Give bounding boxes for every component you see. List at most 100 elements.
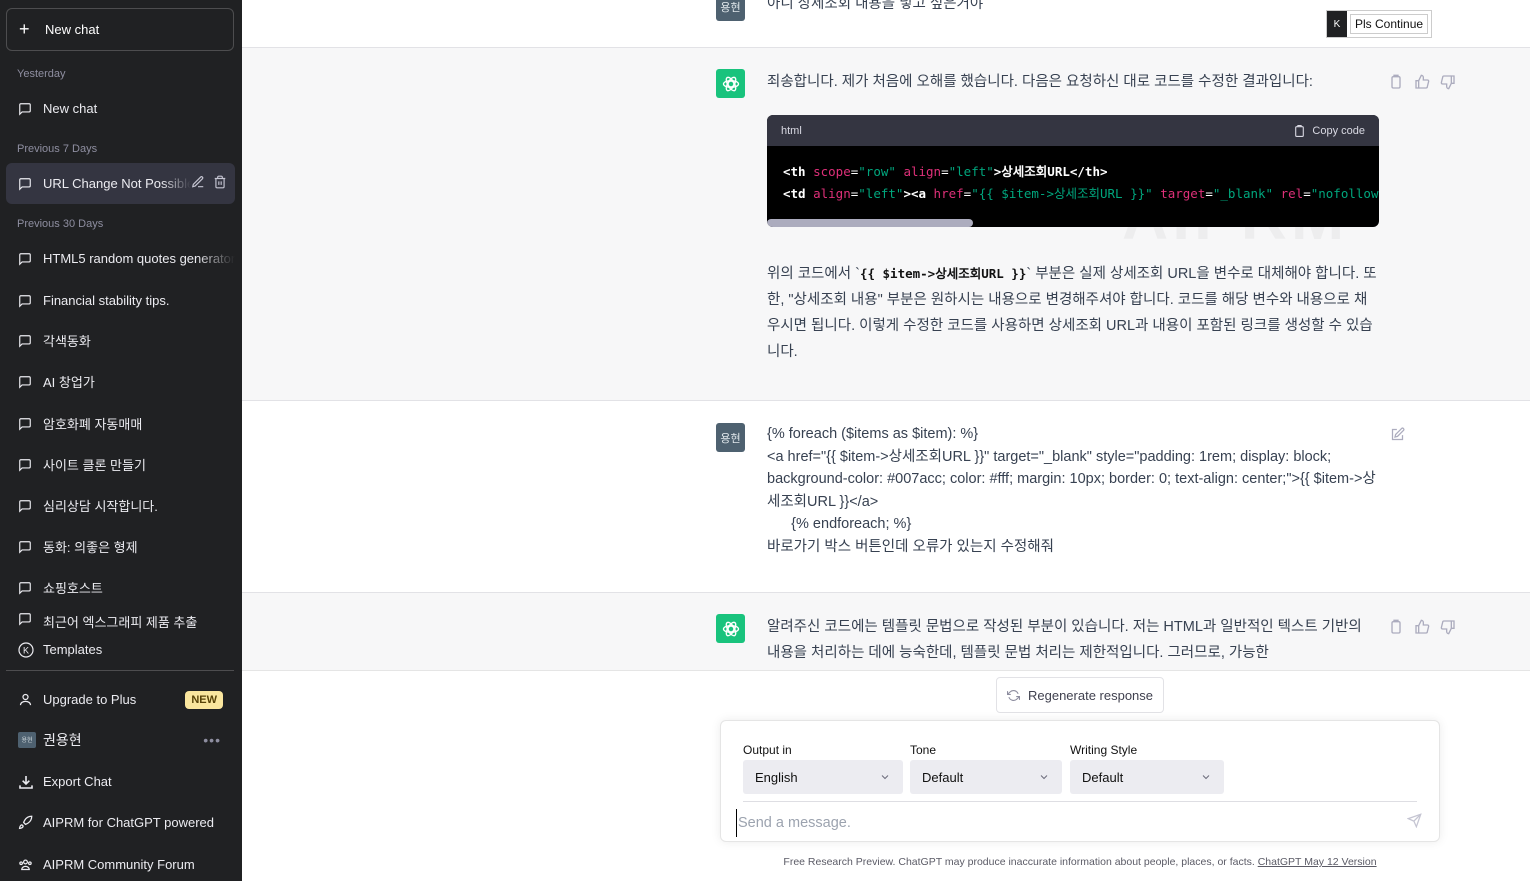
writing-style-group: Writing Style Default (1070, 743, 1224, 794)
code-horizontal-scrollbar[interactable] (767, 219, 973, 227)
tone-select[interactable]: Default (910, 760, 1062, 794)
chat-item-label: AI 창업가 (43, 375, 95, 390)
chat-item-label: Financial stability tips. (43, 293, 170, 308)
output-language-group: Output in English (743, 743, 903, 794)
thumbs-up-icon[interactable] (1414, 619, 1430, 640)
message-text: 죄송합니다. 제가 처음에 오해를 했습니다. 다음은 요청하신 대로 코드를 … (767, 74, 1313, 90)
pls-continue-widget: K Pls Continue (1326, 10, 1433, 38)
chat-bubble-icon (18, 334, 43, 348)
clipboard-icon (1295, 124, 1305, 137)
user-name: 권용현 (43, 731, 82, 748)
chat-item[interactable]: 사이트 클론 만들기 (6, 444, 235, 485)
new-chat-label: New chat (45, 22, 100, 37)
tone-label: Tone (910, 743, 937, 757)
community-forum-link[interactable]: AIPRM Community Forum (6, 844, 235, 881)
chat-item-label: 동화: 의좋은 형제 (43, 540, 138, 555)
user-message: 용현 {% foreach ($items as $item): %} <a h… (242, 401, 1530, 593)
edit-message-icon[interactable] (1390, 427, 1405, 447)
chat-bubble-icon (18, 177, 43, 191)
send-icon[interactable] (1406, 813, 1422, 833)
tone-group: Tone Default (910, 743, 1062, 794)
chat-item-label: 심리상담 시작합니다. (43, 499, 158, 514)
chat-item[interactable]: AI 창업가 (6, 361, 235, 402)
copy-icon[interactable] (1388, 74, 1404, 95)
new-chat-button[interactable]: + New chat (6, 8, 234, 51)
chat-bubble-icon (18, 458, 43, 472)
code-line: <th scope="row" align="left">상세조회URL</th… (783, 164, 1108, 179)
writing-style-select[interactable]: Default (1070, 760, 1224, 794)
forum-label: AIPRM Community Forum (43, 857, 195, 872)
chat-item[interactable]: HTML5 random quotes generator (6, 238, 235, 279)
chat-item-label: HTML5 random quotes generator (43, 251, 235, 266)
aiprm-k-icon: K (1327, 11, 1347, 37)
section-label-yesterday: Yesterday (17, 68, 66, 80)
chat-item-label: URL Change Not Possible (43, 176, 191, 191)
chat-item-label: 각색동화 (43, 334, 91, 349)
svg-text:K: K (23, 645, 29, 655)
aiprm-link[interactable]: AIPRM for ChatGPT powered (6, 802, 235, 843)
chat-item[interactable]: Financial stability tips. (6, 280, 235, 321)
chat-bubble-icon (18, 417, 43, 431)
export-chat-label: Export Chat (43, 774, 112, 789)
message-input[interactable] (736, 809, 1396, 837)
code-header: html Copy code (767, 115, 1379, 146)
code-language: html (781, 124, 802, 137)
copy-code-button[interactable]: Copy code (1293, 124, 1365, 138)
aiprm-label: AIPRM for ChatGPT powered (43, 815, 214, 830)
chat-item[interactable]: 심리상담 시작합니다. (6, 485, 235, 526)
chevron-down-icon (881, 775, 889, 780)
code-line: <td align="left"><a href="{{ $item->상세조회… (783, 186, 1379, 201)
sidebar-divider (6, 670, 234, 671)
chevron-down-icon (1040, 775, 1048, 780)
chat-item[interactable]: 동화: 의좋은 형제 (6, 526, 235, 567)
composer-divider (743, 801, 1417, 802)
section-label-prev7: Previous 7 Days (17, 143, 98, 155)
output-in-label: Output in (743, 743, 792, 757)
edit-title-icon[interactable] (191, 175, 205, 192)
chat-item[interactable]: New chat (6, 88, 235, 129)
footer-disclaimer: Free Research Preview. ChatGPT may produ… (783, 856, 1377, 868)
user-menu[interactable]: 용현 권용현 ••• (6, 719, 235, 760)
thumbs-down-icon[interactable] (1440, 619, 1456, 640)
upgrade-to-plus-button[interactable]: Upgrade to Plus NEW (6, 679, 235, 720)
pls-continue-button[interactable]: Pls Continue (1350, 14, 1429, 34)
templates-link[interactable]: K Templates (6, 629, 235, 670)
message-paragraph: 위의 코드에서 `{{ $item->상세조회URL }}` 부분은 실제 상세… (767, 266, 1377, 360)
plus-icon: + (19, 19, 30, 39)
chat-item[interactable]: 암호화폐 자동매매 (6, 403, 235, 444)
version-link[interactable]: ChatGPT May 12 Version (1258, 856, 1377, 868)
chat-item-label: 쇼핑호스트 (43, 581, 103, 596)
message-composer: Output in English Tone Default Writing S… (720, 720, 1440, 842)
copy-icon[interactable] (1388, 619, 1404, 640)
refresh-icon (1006, 689, 1020, 701)
chat-item[interactable]: 쇼핑호스트 (6, 567, 235, 608)
upgrade-label: Upgrade to Plus (43, 692, 137, 707)
user-avatar: 용현 (716, 0, 745, 21)
section-label-prev30: Previous 30 Days (17, 218, 104, 230)
chat-bubble-icon (18, 581, 43, 595)
thumbs-down-icon[interactable] (1440, 74, 1456, 95)
thumbs-up-icon[interactable] (1414, 74, 1430, 95)
message-actions (1388, 74, 1456, 95)
chat-item-active[interactable]: URL Change Not Possible (6, 163, 235, 204)
download-icon (18, 774, 43, 790)
user-avatar: 용현 (18, 731, 36, 748)
message-text: {% foreach ($items as $item): %} <a href… (767, 426, 1376, 555)
message-actions (1388, 619, 1456, 640)
chat-item-label: 암호화폐 자동매매 (43, 417, 143, 432)
writing-style-label: Writing Style (1070, 743, 1138, 757)
export-chat-button[interactable]: Export Chat (6, 761, 235, 802)
delete-chat-icon[interactable] (213, 175, 227, 192)
chat-item-label: 사이트 클론 만들기 (43, 458, 146, 473)
code-content: <th scope="row" align="left">상세조회URL</th… (767, 146, 1379, 220)
chevron-down-icon (1202, 775, 1210, 780)
chatgpt-logo-icon (716, 69, 745, 98)
chat-bubble-icon (18, 612, 43, 626)
regenerate-response-button[interactable]: Regenerate response (996, 677, 1164, 713)
chat-bubble-icon (18, 252, 43, 266)
chat-bubble-icon (18, 294, 43, 308)
more-options-icon[interactable]: ••• (203, 732, 221, 748)
templates-label: Templates (43, 642, 103, 657)
output-language-select[interactable]: English (743, 760, 903, 794)
chat-item[interactable]: 각색동화 (6, 320, 235, 361)
